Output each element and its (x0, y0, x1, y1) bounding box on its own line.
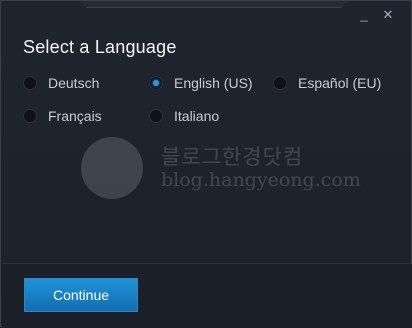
watermark: 블로그한경닷컴 blog.hangyeong.com (79, 137, 361, 207)
language-option-deutsch[interactable]: Deutsch (23, 73, 99, 93)
radio-icon[interactable] (23, 76, 37, 90)
radio-icon[interactable] (23, 109, 37, 123)
watermark-text-url: blog.hangyeong.com (161, 169, 361, 191)
language-label: English (US) (174, 75, 253, 91)
watermark-logo-icon (81, 137, 143, 199)
continue-button[interactable]: Continue (24, 278, 138, 312)
title-bar-notch (79, 1, 349, 8)
language-option-italiano[interactable]: Italiano (149, 106, 219, 126)
dialog-title: Select a Language (23, 37, 177, 57)
language-option-francais[interactable]: Français (23, 106, 102, 126)
language-option-english-us[interactable]: English (US) (149, 73, 253, 93)
radio-checked-icon[interactable] (149, 76, 163, 90)
watermark-text-korean: 블로그한경닷컴 (161, 145, 304, 169)
minimize-button[interactable]: _ (357, 8, 371, 22)
radio-icon[interactable] (149, 109, 163, 123)
language-label: Italiano (174, 108, 220, 124)
radio-icon[interactable] (273, 76, 287, 90)
language-label: Deutsch (48, 75, 100, 91)
language-label: Français (48, 108, 102, 124)
language-option-espanol-eu[interactable]: Español (EU) (273, 73, 381, 93)
language-label: Español (EU) (298, 75, 382, 91)
close-button[interactable]: ✕ (381, 8, 395, 22)
language-dialog: _ ✕ Select a Language Deutsch English (U… (0, 0, 412, 328)
